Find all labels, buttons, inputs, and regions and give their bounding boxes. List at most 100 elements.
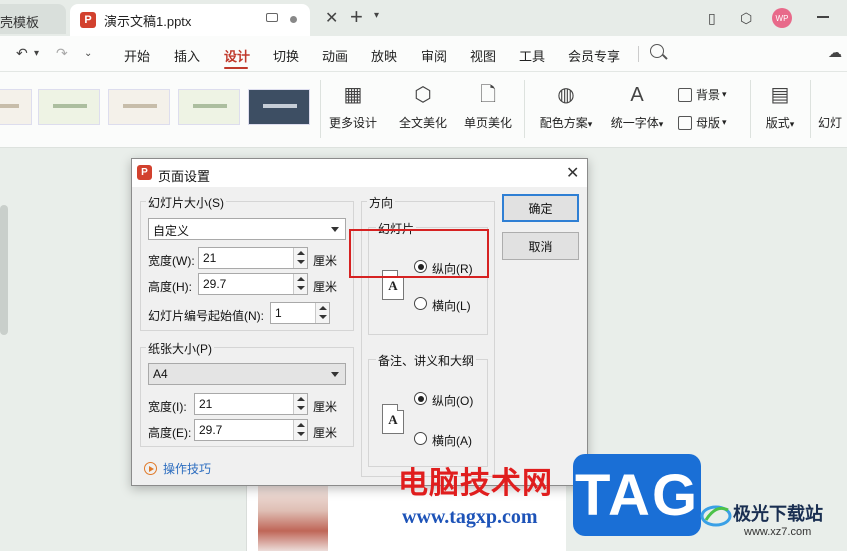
cancel-button[interactable]: 取消 <box>502 232 579 260</box>
undo-dropdown-icon[interactable]: ▾ <box>34 48 39 59</box>
slide-width-input[interactable]: 21 <box>198 247 308 269</box>
layout-label: 版式 <box>765 116 790 130</box>
slide-number-start-input[interactable]: 1 <box>270 302 330 324</box>
cloud-icon[interactable]: ☁ <box>828 44 842 61</box>
tab-bar: 壳模板 P 演示文稿1.pptx ✕ + ▾ ▯ ⬡ WP <box>0 0 847 36</box>
single-beautify-button[interactable]: 🗋 单页美化 <box>462 82 514 131</box>
menu-insert[interactable]: 插入 <box>174 46 200 65</box>
cancel-button-label: 取消 <box>528 239 553 254</box>
slides-landscape-radio[interactable] <box>414 297 427 310</box>
watermark-site-name: 电脑技术网 <box>398 466 553 501</box>
menu-review[interactable]: 审阅 <box>421 46 447 65</box>
dialog-title: 页面设置 <box>158 169 211 184</box>
notes-landscape-radio[interactable] <box>414 432 427 445</box>
ok-button[interactable]: 确定 <box>502 194 579 222</box>
menu-member[interactable]: 会员专享 <box>568 46 620 65</box>
avatar[interactable]: WP <box>772 8 792 28</box>
slide-number-start-label: 幻灯片编号起始值(N): <box>148 309 264 323</box>
undo-icon[interactable]: ↶ <box>16 45 28 62</box>
more-design-label: 更多设计 <box>328 116 377 130</box>
color-scheme-button[interactable]: ◍ 配色方案▾ <box>536 82 596 131</box>
slide-width-label: 宽度(W): <box>148 254 195 268</box>
unify-font-label: 统一字体 <box>610 116 659 130</box>
spinner-arrows-icon[interactable] <box>293 420 307 440</box>
template-thumb[interactable] <box>248 89 310 125</box>
search-icon[interactable] <box>650 44 664 58</box>
menu-tools[interactable]: 工具 <box>519 46 545 65</box>
master-icon <box>678 115 692 130</box>
font-icon: A <box>630 84 644 106</box>
master-button[interactable]: 母版 ▾ <box>678 114 727 131</box>
thumbnail-scrollbar[interactable] <box>0 205 8 335</box>
tips-link[interactable]: 操作技巧 <box>144 460 211 477</box>
slides-landscape-label[interactable]: 横向(L) <box>432 297 471 314</box>
notes-landscape-label[interactable]: 横向(A) <box>432 432 472 449</box>
paper-width-input[interactable]: 21 <box>194 393 308 415</box>
menu-divider <box>638 46 639 62</box>
close-icon[interactable]: ✕ <box>566 163 579 183</box>
tab-close-icon[interactable]: ✕ <box>325 8 338 28</box>
tab-previous-label: 壳模板 <box>0 15 40 30</box>
dropdown-arrow-icon: ▾ <box>658 119 664 129</box>
page-sparkle-icon: 🗋 <box>479 84 497 106</box>
unit-label: 厘米 <box>313 426 338 440</box>
master-label: 母版 <box>696 116 721 130</box>
redo-icon[interactable]: ↷ <box>56 45 68 62</box>
unify-font-button[interactable]: A 统一字体▾ <box>606 82 668 131</box>
full-beautify-button[interactable]: ⬡ 全文美化 <box>392 82 454 131</box>
chevron-down-icon <box>331 372 339 377</box>
template-thumb[interactable] <box>0 89 32 125</box>
palette-icon: ◍ <box>557 84 575 106</box>
page-glyph: A <box>388 278 398 293</box>
active-tab-indicator <box>224 67 248 69</box>
minimize-icon[interactable] <box>817 16 829 18</box>
dropdown-arrow-icon: ▾ <box>722 117 727 127</box>
menu-design[interactable]: 设计 <box>224 46 250 65</box>
paper-height-input[interactable]: 29.7 <box>194 419 308 441</box>
menu-transition[interactable]: 切换 <box>273 46 299 65</box>
template-thumb[interactable] <box>38 89 100 125</box>
paper-height-value: 29.7 <box>199 423 223 437</box>
notes-portrait-radio[interactable] <box>414 392 427 405</box>
spinner-arrows-icon[interactable] <box>293 394 307 414</box>
new-tab-dropdown-icon[interactable]: ▾ <box>374 10 379 21</box>
tab-previous[interactable]: 壳模板 <box>0 4 66 34</box>
slide-size-select[interactable]: 自定义 <box>148 218 346 240</box>
portrait-page-icon: A <box>382 404 404 434</box>
unsaved-dot-icon[interactable] <box>290 16 297 23</box>
menu-slideshow[interactable]: 放映 <box>371 46 397 65</box>
spinner-arrows-icon[interactable] <box>293 248 307 268</box>
cube-icon[interactable]: ⬡ <box>740 10 756 26</box>
slide-height-input[interactable]: 29.7 <box>198 273 308 295</box>
tab-active-document[interactable]: P 演示文稿1.pptx <box>70 4 310 36</box>
unit-label: 厘米 <box>313 400 338 414</box>
paper-size-select[interactable]: A4 <box>148 363 346 385</box>
spinner-arrows-icon[interactable] <box>293 274 307 294</box>
tips-label: 操作技巧 <box>163 462 212 476</box>
menu-view[interactable]: 视图 <box>470 46 496 65</box>
layout-button[interactable]: ▤ 版式▾ <box>760 82 800 131</box>
dropdown-arrow-icon: ▾ <box>722 89 727 99</box>
panel-toggle-icon[interactable]: ▯ <box>708 10 724 26</box>
quick-access-more-icon[interactable]: ⌄ <box>84 48 92 59</box>
watermark-site-url: www.tagxp.com <box>402 506 538 528</box>
notes-portrait-label[interactable]: 纵向(O) <box>432 392 473 409</box>
ribbon-divider <box>320 80 321 138</box>
dialog-titlebar[interactable]: P 页面设置 ✕ <box>132 159 587 187</box>
menu-home[interactable]: 开始 <box>124 46 150 65</box>
paper-size-legend: 纸张大小(P) <box>146 340 214 357</box>
tag-logo-text: TAG <box>574 462 700 528</box>
spinner-arrows-icon[interactable] <box>315 303 329 323</box>
slide-image[interactable] <box>258 484 328 551</box>
template-thumb[interactable] <box>108 89 170 125</box>
slide-button-partial[interactable]: 幻灯 <box>818 114 847 131</box>
template-thumb[interactable] <box>178 89 240 125</box>
more-design-button[interactable]: ▦ 更多设计 <box>328 82 378 131</box>
new-tab-icon[interactable]: + <box>350 4 363 30</box>
background-button[interactable]: 背景 ▾ <box>678 86 727 103</box>
slide-partial-label: 幻灯 <box>818 116 843 130</box>
menu-animation[interactable]: 动画 <box>322 46 348 65</box>
orientation-legend: 方向 <box>367 194 396 211</box>
ppt-file-icon: P <box>80 12 96 28</box>
screen-icon[interactable] <box>266 13 278 22</box>
